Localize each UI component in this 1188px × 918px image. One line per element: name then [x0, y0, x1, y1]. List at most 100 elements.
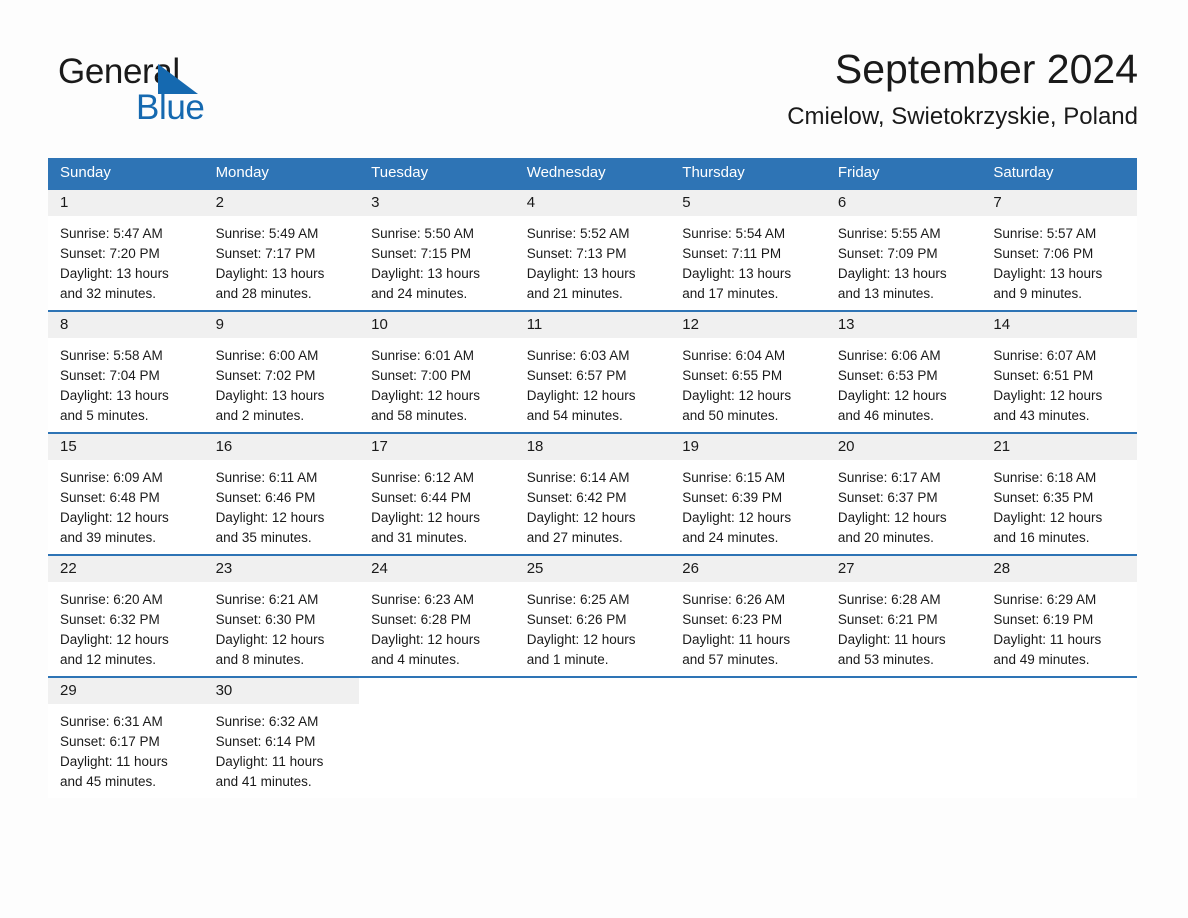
day-number: 2 [203, 190, 360, 216]
day-cell[interactable]: 3 Sunrise: 5:50 AM Sunset: 7:15 PM Dayli… [359, 190, 515, 310]
daylight-text: Daylight: 12 hours and 8 minutes. [215, 632, 325, 667]
day-cell[interactable]: 25 Sunrise: 6:25 AM Sunset: 6:26 PM Dayl… [514, 556, 671, 676]
sunset-text: Sunset: 6:46 PM [215, 490, 316, 505]
sunrise-text: Sunrise: 6:00 AM [215, 348, 319, 363]
sunset-text: Sunset: 7:02 PM [215, 368, 316, 383]
day-cell[interactable]: 2 Sunrise: 5:49 AM Sunset: 7:17 PM Dayli… [203, 190, 360, 310]
daylight-text: Daylight: 13 hours and 2 minutes. [215, 388, 325, 423]
day-number: 25 [514, 556, 671, 582]
daylight-text: Daylight: 11 hours and 53 minutes. [837, 632, 946, 667]
day-number [826, 678, 982, 704]
day-cell[interactable]: 19 Sunrise: 6:15 AM Sunset: 6:39 PM Dayl… [670, 434, 826, 554]
sunrise-text: Sunrise: 6:15 AM [682, 470, 786, 485]
daylight-text: Daylight: 11 hours and 41 minutes. [215, 754, 324, 789]
day-info: Sunrise: 6:25 AM Sunset: 6:26 PM Dayligh… [515, 582, 671, 670]
day-cell[interactable]: 29 Sunrise: 6:31 AM Sunset: 6:17 PM Dayl… [48, 678, 204, 798]
weekday-wednesday: Wednesday [526, 164, 606, 181]
day-number [359, 678, 515, 704]
day-cell[interactable]: 8 Sunrise: 5:58 AM Sunset: 7:04 PM Dayli… [48, 312, 204, 432]
day-cell[interactable]: 22 Sunrise: 6:20 AM Sunset: 6:32 PM Dayl… [48, 556, 204, 676]
weekday-saturday: Saturday [993, 164, 1054, 181]
day-cell[interactable]: 10 Sunrise: 6:01 AM Sunset: 7:00 PM Dayl… [359, 312, 515, 432]
day-cell[interactable]: 21 Sunrise: 6:18 AM Sunset: 6:35 PM Dayl… [981, 434, 1137, 554]
daylight-text: Daylight: 11 hours and 49 minutes. [993, 632, 1102, 667]
day-cell[interactable]: 11 Sunrise: 6:03 AM Sunset: 6:57 PM Dayl… [514, 312, 671, 432]
sunrise-text: Sunrise: 5:50 AM [371, 226, 474, 241]
day-number: 18 [514, 434, 671, 460]
day-cell[interactable]: 18 Sunrise: 6:14 AM Sunset: 6:42 PM Dayl… [514, 434, 671, 554]
weekday-thursday: Thursday [682, 164, 745, 181]
day-cell[interactable]: 5 Sunrise: 5:54 AM Sunset: 7:11 PM Dayli… [670, 190, 826, 310]
day-cell[interactable]: 1 Sunrise: 5:47 AM Sunset: 7:20 PM Dayli… [48, 190, 204, 310]
day-number: 1 [48, 190, 204, 216]
daylight-text: Daylight: 13 hours and 21 minutes. [526, 266, 636, 301]
day-cell[interactable]: 16 Sunrise: 6:11 AM Sunset: 6:46 PM Dayl… [203, 434, 360, 554]
day-cell[interactable]: 4 Sunrise: 5:52 AM Sunset: 7:13 PM Dayli… [514, 190, 671, 310]
sunrise-text: Sunrise: 6:12 AM [371, 470, 474, 485]
day-cell[interactable]: 9 Sunrise: 6:00 AM Sunset: 7:02 PM Dayli… [203, 312, 360, 432]
sunrise-text: Sunrise: 6:06 AM [837, 348, 941, 363]
day-cell[interactable]: 6 Sunrise: 5:55 AM Sunset: 7:09 PM Dayli… [825, 190, 982, 310]
day-cell[interactable]: 15 Sunrise: 6:09 AM Sunset: 6:48 PM Dayl… [48, 434, 204, 554]
sunset-text: Sunset: 6:48 PM [60, 490, 160, 505]
day-info: Sunrise: 6:03 AM Sunset: 6:57 PM Dayligh… [515, 338, 671, 426]
sunset-text: Sunset: 6:32 PM [60, 612, 160, 627]
sunset-text: Sunset: 6:30 PM [215, 612, 316, 627]
day-cell[interactable]: 28 Sunrise: 6:29 AM Sunset: 6:19 PM Dayl… [981, 556, 1137, 676]
day-cell[interactable]: 12 Sunrise: 6:04 AM Sunset: 6:55 PM Dayl… [670, 312, 826, 432]
sunrise-text: Sunrise: 6:03 AM [526, 348, 630, 363]
general-blue-logo[interactable]: General Blue [58, 52, 258, 130]
day-cell[interactable]: 7 Sunrise: 5:57 AM Sunset: 7:06 PM Dayli… [981, 190, 1137, 310]
day-cell[interactable]: 23 Sunrise: 6:21 AM Sunset: 6:30 PM Dayl… [203, 556, 360, 676]
day-cell[interactable]: 17 Sunrise: 6:12 AM Sunset: 6:44 PM Dayl… [359, 434, 515, 554]
sunrise-text: Sunrise: 6:26 AM [682, 592, 786, 607]
day-number [670, 678, 826, 704]
sunrise-text: Sunrise: 6:18 AM [993, 470, 1097, 485]
sunrise-text: Sunrise: 6:32 AM [215, 714, 319, 729]
day-cell[interactable]: 24 Sunrise: 6:23 AM Sunset: 6:28 PM Dayl… [359, 556, 515, 676]
daylight-text: Daylight: 12 hours and 4 minutes. [371, 632, 480, 667]
day-number: 10 [359, 312, 515, 338]
daylight-text: Daylight: 12 hours and 20 minutes. [837, 510, 947, 545]
day-info: Sunrise: 6:12 AM Sunset: 6:44 PM Dayligh… [359, 460, 515, 548]
day-info: Sunrise: 5:49 AM Sunset: 7:17 PM Dayligh… [204, 216, 360, 304]
sunset-text: Sunset: 7:00 PM [371, 368, 471, 383]
day-cell-empty [359, 678, 515, 798]
sunrise-text: Sunrise: 6:17 AM [837, 470, 941, 485]
day-number: 27 [825, 556, 982, 582]
day-number: 19 [670, 434, 826, 460]
daylight-text: Daylight: 12 hours and 39 minutes. [60, 510, 169, 545]
day-info: Sunrise: 6:23 AM Sunset: 6:28 PM Dayligh… [359, 582, 515, 670]
sunset-text: Sunset: 6:14 PM [215, 734, 316, 749]
sunrise-text: Sunrise: 6:09 AM [60, 470, 163, 485]
sunrise-text: Sunrise: 6:29 AM [993, 592, 1097, 607]
day-number: 4 [514, 190, 671, 216]
day-number: 30 [203, 678, 360, 704]
page-header: General Blue September 2024 Cmielow, Swi… [48, 44, 1138, 148]
sunset-text: Sunset: 7:06 PM [993, 246, 1094, 261]
day-number [515, 678, 671, 704]
sunset-text: Sunset: 6:53 PM [837, 368, 938, 383]
sunset-text: Sunset: 6:39 PM [682, 490, 783, 505]
day-info: Sunrise: 6:14 AM Sunset: 6:42 PM Dayligh… [515, 460, 671, 548]
day-cell[interactable]: 30 Sunrise: 6:32 AM Sunset: 6:14 PM Dayl… [203, 678, 360, 798]
day-info: Sunrise: 5:47 AM Sunset: 7:20 PM Dayligh… [48, 216, 204, 304]
day-cell[interactable]: 20 Sunrise: 6:17 AM Sunset: 6:37 PM Dayl… [825, 434, 982, 554]
day-number: 22 [48, 556, 204, 582]
day-number: 16 [203, 434, 360, 460]
daylight-text: Daylight: 12 hours and 1 minute. [526, 632, 636, 667]
weekday-tuesday: Tuesday [371, 164, 429, 181]
daylight-text: Daylight: 12 hours and 35 minutes. [215, 510, 325, 545]
day-cell[interactable]: 27 Sunrise: 6:28 AM Sunset: 6:21 PM Dayl… [825, 556, 982, 676]
day-info: Sunrise: 6:11 AM Sunset: 6:46 PM Dayligh… [204, 460, 360, 548]
daylight-text: Daylight: 12 hours and 43 minutes. [993, 388, 1103, 423]
day-cell-empty [981, 678, 1137, 798]
sunset-text: Sunset: 6:42 PM [526, 490, 627, 505]
day-cell[interactable]: 26 Sunrise: 6:26 AM Sunset: 6:23 PM Dayl… [670, 556, 826, 676]
sunrise-text: Sunrise: 5:58 AM [60, 348, 163, 363]
day-info: Sunrise: 6:15 AM Sunset: 6:39 PM Dayligh… [670, 460, 826, 548]
day-cell[interactable]: 13 Sunrise: 6:06 AM Sunset: 6:53 PM Dayl… [825, 312, 982, 432]
day-cell[interactable]: 14 Sunrise: 6:07 AM Sunset: 6:51 PM Dayl… [981, 312, 1137, 432]
daylight-text: Daylight: 13 hours and 17 minutes. [682, 266, 792, 301]
day-info: Sunrise: 6:28 AM Sunset: 6:21 PM Dayligh… [826, 582, 982, 670]
